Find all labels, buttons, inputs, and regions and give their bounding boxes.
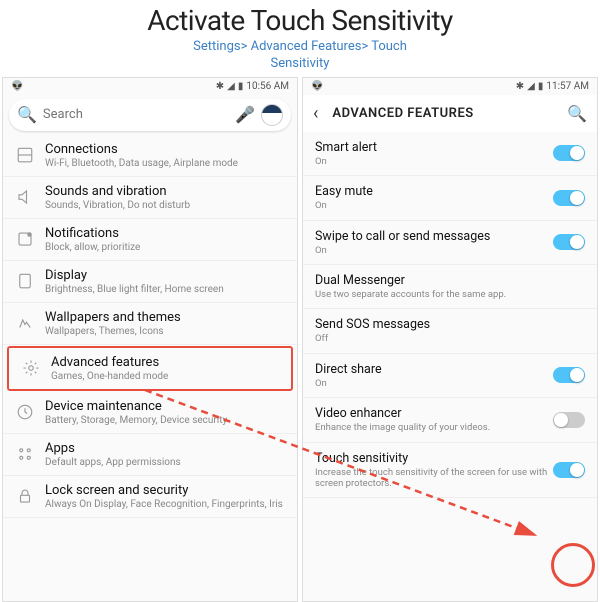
row-device-maintenance[interactable]: Device maintenanceBattery, Storage, Memo… bbox=[3, 392, 297, 434]
breadcrumb: Settings> Advanced Features> Touch Sensi… bbox=[0, 39, 600, 73]
status-bar-right: 👽 ✱ ◢ ▮ 11:57 AM bbox=[303, 78, 597, 95]
toggle-easy-mute[interactable] bbox=[553, 190, 585, 206]
advanced-icon bbox=[17, 359, 45, 377]
row-wallpapers[interactable]: Wallpapers and themesWallpapers, Themes,… bbox=[3, 303, 297, 345]
advanced-header: ‹ ADVANCED FEATURES 🔍 bbox=[303, 95, 597, 132]
bluetooth-icon: ✱ bbox=[516, 81, 524, 92]
row-easy-mute[interactable]: Easy muteOn bbox=[303, 176, 597, 220]
reddit-icon: 👽 bbox=[11, 81, 23, 92]
row-lock-screen[interactable]: Lock screen and securityAlways On Displa… bbox=[3, 476, 297, 518]
page-header: Activate Touch Sensitivity bbox=[0, 0, 600, 39]
toggle-swipe-call[interactable] bbox=[553, 234, 585, 250]
search-bar[interactable]: 🔍 🎤 bbox=[9, 99, 291, 131]
row-sos[interactable]: Send SOS messagesOff bbox=[303, 309, 597, 353]
row-dual-messenger[interactable]: Dual MessengerUse two separate accounts … bbox=[303, 265, 597, 309]
clock-text: 10:56 AM bbox=[246, 81, 289, 92]
toggle-direct-share[interactable] bbox=[553, 367, 585, 383]
bluetooth-icon: ✱ bbox=[216, 81, 224, 92]
row-display[interactable]: DisplayBrightness, Blue light filter, Ho… bbox=[3, 261, 297, 303]
lock-icon bbox=[11, 487, 39, 505]
status-bar-left: 👽 ✱ ◢ ▮ 10:56 AM bbox=[3, 78, 297, 95]
search-input[interactable] bbox=[43, 107, 235, 122]
reddit-icon: 👽 bbox=[311, 81, 323, 92]
row-smart-alert[interactable]: Smart alertOn bbox=[303, 132, 597, 176]
advanced-list: Smart alertOn Easy muteOn Swipe to call … bbox=[303, 132, 597, 601]
notifications-icon bbox=[11, 230, 39, 248]
screen-title: ADVANCED FEATURES bbox=[332, 106, 567, 121]
mic-icon[interactable]: 🎤 bbox=[235, 105, 255, 124]
page-title: Activate Touch Sensitivity bbox=[0, 4, 600, 37]
display-icon bbox=[11, 272, 39, 290]
screens-container: 👽 ✱ ◢ ▮ 10:56 AM 🔍 🎤 ConnectionsWi-Fi, B… bbox=[0, 77, 600, 602]
row-notifications[interactable]: NotificationsBlock, allow, prioritize bbox=[3, 219, 297, 261]
row-direct-share[interactable]: Direct shareOn bbox=[303, 354, 597, 398]
toggle-touch-sensitivity[interactable] bbox=[553, 462, 585, 478]
search-icon: 🔍 bbox=[17, 105, 37, 124]
apps-icon bbox=[11, 445, 39, 463]
row-sounds[interactable]: Sounds and vibrationSounds, Vibration, D… bbox=[3, 177, 297, 219]
row-connections[interactable]: ConnectionsWi-Fi, Bluetooth, Data usage,… bbox=[3, 135, 297, 177]
signal-icon: ▮ bbox=[238, 81, 244, 92]
clock-text: 11:57 AM bbox=[546, 81, 589, 92]
toggle-video-enhancer[interactable] bbox=[553, 412, 585, 428]
row-touch-sensitivity[interactable]: Touch sensitivityIncrease the touch sens… bbox=[303, 443, 597, 499]
signal-icon: ▮ bbox=[538, 81, 544, 92]
connections-icon bbox=[11, 146, 39, 164]
advanced-features-screen: 👽 ✱ ◢ ▮ 11:57 AM ‹ ADVANCED FEATURES 🔍 S… bbox=[302, 77, 598, 602]
row-swipe-call[interactable]: Swipe to call or send messagesOn bbox=[303, 221, 597, 265]
wallpaper-icon bbox=[11, 314, 39, 332]
search-icon[interactable]: 🔍 bbox=[567, 104, 587, 123]
settings-list: ConnectionsWi-Fi, Bluetooth, Data usage,… bbox=[3, 135, 297, 601]
settings-screen: 👽 ✱ ◢ ▮ 10:56 AM 🔍 🎤 ConnectionsWi-Fi, B… bbox=[2, 77, 298, 602]
avatar[interactable] bbox=[261, 104, 283, 126]
row-video-enhancer[interactable]: Video enhancerEnhance the image quality … bbox=[303, 398, 597, 442]
wifi-icon: ◢ bbox=[227, 81, 235, 92]
sound-icon bbox=[11, 188, 39, 206]
row-apps[interactable]: AppsDefault apps, App permissions bbox=[3, 434, 297, 476]
toggle-smart-alert[interactable] bbox=[553, 145, 585, 161]
row-advanced-features[interactable]: Advanced featuresGames, One-handed mode bbox=[7, 346, 293, 391]
wifi-icon: ◢ bbox=[527, 81, 535, 92]
back-button[interactable]: ‹ bbox=[313, 103, 318, 124]
maintenance-icon bbox=[11, 403, 39, 421]
